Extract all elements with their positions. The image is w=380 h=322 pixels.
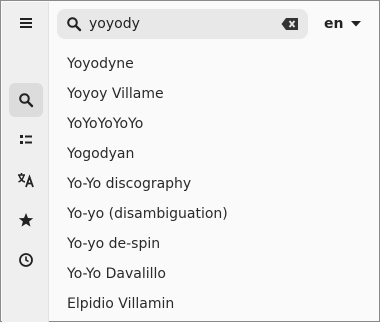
- menu-button[interactable]: [9, 6, 43, 40]
- chevron-down-icon: [351, 21, 362, 27]
- language-selector[interactable]: en: [318, 9, 378, 39]
- star-icon: [18, 213, 34, 227]
- result-item[interactable]: Elpidio Villamin: [50, 289, 378, 319]
- app-window: en Yoyodyne Yoyoy Villame YoYoYoYoYo Yog…: [0, 0, 380, 322]
- language-label: en: [324, 16, 344, 32]
- search-icon: [67, 17, 82, 32]
- rail-saved-button[interactable]: [9, 203, 43, 237]
- result-item[interactable]: Yo-yo (disambiguation): [50, 199, 378, 229]
- result-item[interactable]: Yo-yo de-spin: [50, 229, 378, 259]
- clear-search-icon[interactable]: [281, 17, 299, 31]
- search-box[interactable]: [57, 9, 308, 39]
- history-icon: [19, 253, 33, 267]
- result-item[interactable]: Yoyoy Villame: [50, 79, 378, 109]
- hamburger-icon: [20, 18, 32, 28]
- result-item[interactable]: Yo-Yo discography: [50, 169, 378, 199]
- rail-history-button[interactable]: [9, 243, 43, 277]
- rail-languages-button[interactable]: [9, 163, 43, 197]
- rail-contents-button[interactable]: [9, 123, 43, 157]
- search-results-list: Yoyodyne Yoyoy Villame YoYoYoYoYo Yogody…: [50, 49, 378, 320]
- result-item[interactable]: Yo-Yo Davalillo: [50, 259, 378, 289]
- result-item[interactable]: YoYoYoYoYo: [50, 109, 378, 139]
- search-icon: [19, 93, 34, 108]
- sidebar-rail: [2, 2, 49, 322]
- header-bar: en: [50, 2, 378, 46]
- search-input[interactable]: [89, 13, 279, 35]
- result-item[interactable]: Yogodyan: [50, 139, 378, 169]
- list-icon: [20, 135, 32, 144]
- result-item[interactable]: Yoyodyne: [50, 49, 378, 79]
- rail-search-button[interactable]: [9, 83, 43, 117]
- translate-icon: [18, 173, 34, 188]
